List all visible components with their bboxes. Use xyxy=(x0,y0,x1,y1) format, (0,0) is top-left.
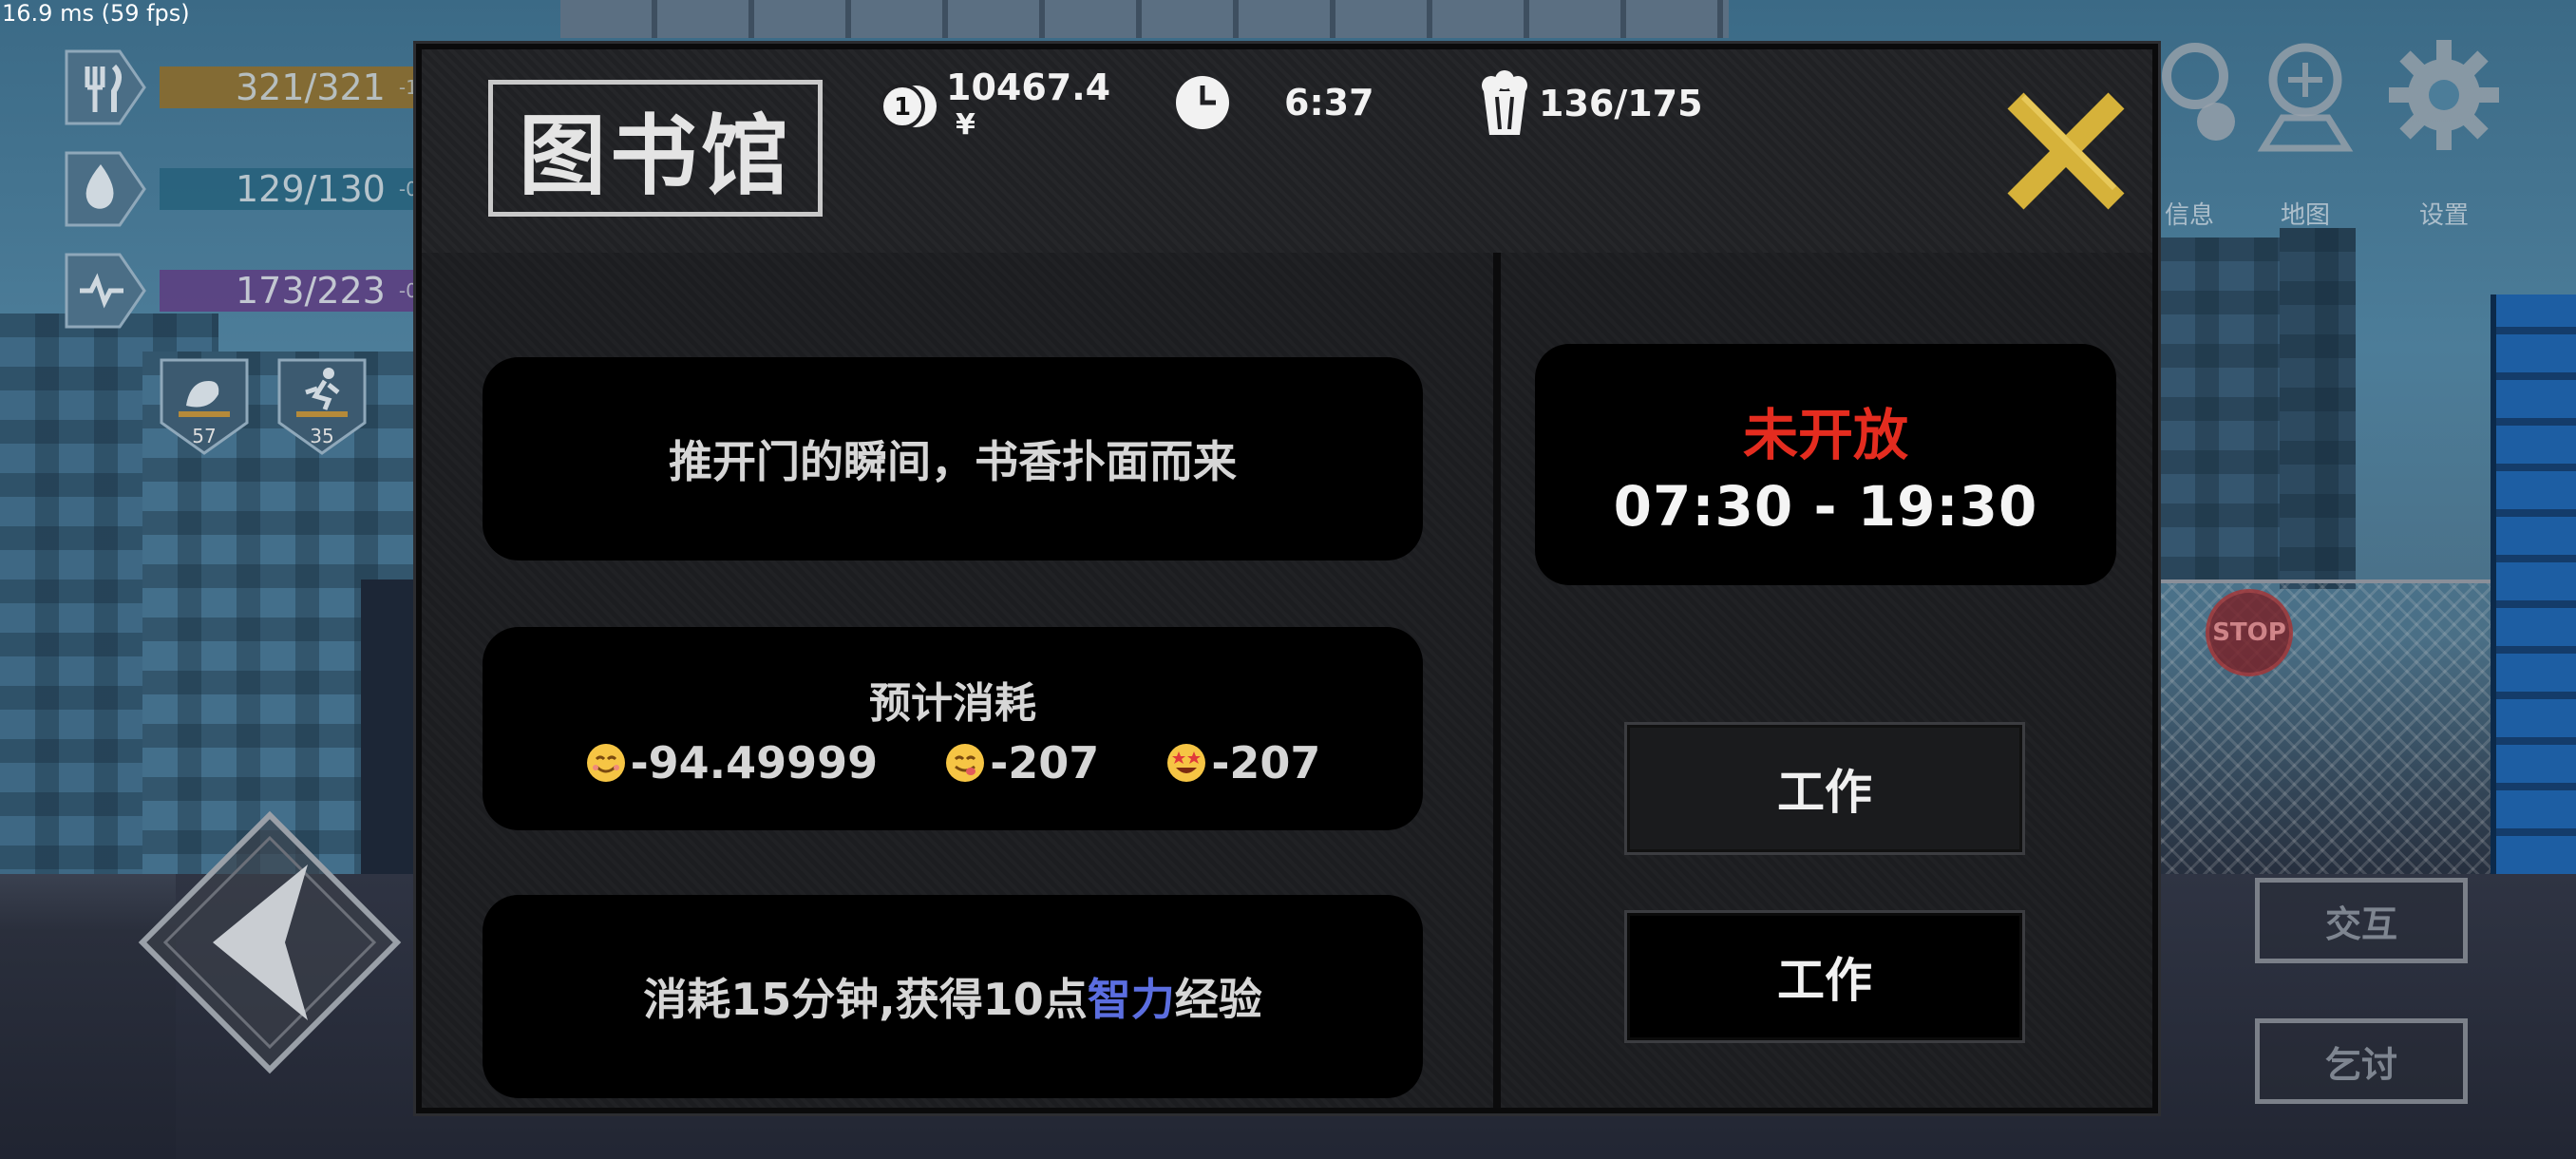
interact-button[interactable]: 交互 xyxy=(2255,878,2468,963)
fps-counter: 16.9 ms (59 fps) xyxy=(2,0,190,27)
heartbeat-icon xyxy=(59,251,150,331)
cost-card: 预计消耗 -94.49999 -207 -207 xyxy=(483,627,1423,830)
cost-value: -94.49999 xyxy=(630,737,879,788)
description-text: 推开门的瞬间，书香扑面而来 xyxy=(669,436,1237,487)
star-eyes-emoji-icon xyxy=(1167,744,1206,782)
popcorn-icon xyxy=(1482,70,1527,135)
pane-divider xyxy=(1493,253,1501,1108)
stat-hunger-value: 321/321 xyxy=(236,66,386,108)
water-drop-icon xyxy=(59,149,150,229)
opening-hours: 07:30 - 19:30 xyxy=(1613,474,2038,539)
map-label: 地图 xyxy=(2280,201,2330,230)
yum-emoji-icon xyxy=(946,744,985,782)
description-card: 推开门的瞬间，书香扑面而来 xyxy=(483,357,1423,560)
fork-knife-icon xyxy=(59,48,150,127)
info-panel: 推开门的瞬间，书香扑面而来 预计消耗 -94.49999 -207 -207 消… xyxy=(422,253,1493,1108)
money-display: 1 10467.4 ¥ xyxy=(876,68,1110,144)
strength-value: 57 xyxy=(192,425,217,447)
map-button[interactable]: 地图 xyxy=(2234,34,2377,230)
stat-thirst: 129/130 -0.3/10 xyxy=(59,151,483,227)
cost-item: -207 xyxy=(1165,737,1320,788)
blue-building xyxy=(2491,294,2576,874)
action-panel: 未开放 07:30 - 19:30 工作 工作 xyxy=(1501,253,2152,1108)
time-display: 6:37 xyxy=(1174,74,1374,131)
rooftop-strip xyxy=(560,0,1729,38)
close-icon xyxy=(2007,92,2125,210)
tower-right xyxy=(2280,228,2356,589)
coin-icon: 1 xyxy=(880,84,937,129)
stat-health-value: 173/223 xyxy=(236,270,386,312)
close-button[interactable] xyxy=(2002,87,2130,215)
dialog-title: 图书馆 xyxy=(518,104,792,207)
dialog-title-frame: 图书馆 xyxy=(488,80,823,217)
agility-badge: 35 xyxy=(275,356,369,457)
opening-status-card: 未开放 07:30 - 19:30 xyxy=(1535,344,2116,585)
reward-card: 消耗15分钟,获得10点智力经验 xyxy=(483,895,1423,1098)
capacity-value: 136/175 xyxy=(1539,83,1703,124)
stat-health: 173/223 -0.3/10 xyxy=(59,253,483,329)
cost-item: -207 xyxy=(944,737,1099,788)
cost-item: -94.49999 xyxy=(585,737,879,788)
reward-prefix: 消耗15分钟,获得10点 xyxy=(643,974,1088,1025)
svg-text:1: 1 xyxy=(894,93,911,122)
smile-emoji-icon xyxy=(586,744,625,782)
work-button[interactable]: 工作 xyxy=(1624,722,2025,855)
stat-hunger: 321/321 -1.0/1 xyxy=(59,49,483,125)
money-value: 10467.4 xyxy=(946,66,1111,108)
stat-thirst-value: 129/130 xyxy=(236,168,386,210)
back-arrow-button[interactable] xyxy=(137,809,403,1075)
library-dialog: 图书馆 1 10467.4 ¥ 6:37 136/175 推开门的瞬间，书香扑面… xyxy=(416,44,2158,1113)
cost-title: 预计消耗 xyxy=(869,679,1036,728)
stop-sign-icon: STOP xyxy=(2206,589,2293,676)
settings-button[interactable]: 设置 xyxy=(2373,34,2515,230)
map-icon xyxy=(2257,43,2354,152)
gear-icon xyxy=(2389,40,2499,150)
settings-label: 设置 xyxy=(2418,201,2469,230)
cost-value: -207 xyxy=(1211,737,1321,788)
time-value: 6:37 xyxy=(1284,82,1374,124)
closed-label: 未开放 xyxy=(1742,403,1908,467)
cost-value: -207 xyxy=(990,737,1100,788)
reward-text: 消耗15分钟,获得10点智力经验 xyxy=(643,965,1262,1028)
arrow-left-icon xyxy=(138,810,402,1074)
beg-button[interactable]: 乞讨 xyxy=(2255,1018,2468,1104)
agility-value: 35 xyxy=(310,425,334,447)
reward-suffix: 经验 xyxy=(1174,974,1262,1025)
clock-icon xyxy=(1176,76,1229,129)
cost-list: -94.49999 -207 -207 xyxy=(585,737,1320,788)
currency-symbol: ¥ xyxy=(956,108,975,142)
work-button-2[interactable]: 工作 xyxy=(1624,910,2025,1043)
capacity-display: 136/175 xyxy=(1478,70,1703,137)
reward-highlight: 智力 xyxy=(1087,974,1175,1025)
strength-badge: 57 xyxy=(158,356,251,457)
dialog-header: 图书馆 1 10467.4 ¥ 6:37 136/175 xyxy=(422,49,2152,253)
